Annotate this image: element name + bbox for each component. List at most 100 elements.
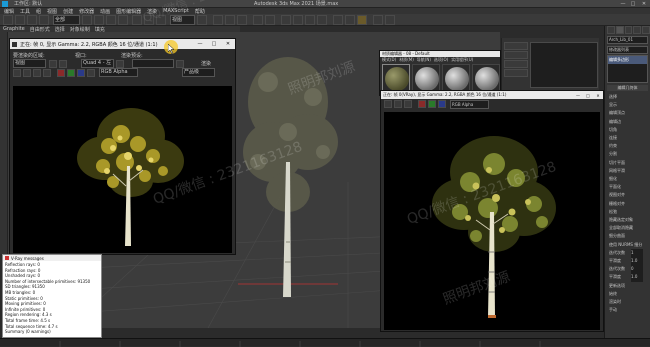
render-iterations-spinner[interactable]: 0 <box>631 265 643 274</box>
close-button[interactable]: ✕ <box>638 1 650 7</box>
print-icon[interactable] <box>404 100 412 108</box>
mat-menu-item[interactable]: 模式(D) <box>382 57 396 63</box>
maximize-button[interactable]: □ <box>628 1 638 7</box>
channel-blue-icon[interactable] <box>438 100 446 108</box>
option-item[interactable]: 使用 NURMS 细分 <box>609 241 650 249</box>
curve-editor-icon[interactable] <box>293 14 303 25</box>
mat-menu-item[interactable]: 选项(O) <box>434 57 448 63</box>
panel-button[interactable] <box>504 51 528 59</box>
option-item[interactable]: 栅格对齐 <box>609 200 650 208</box>
option-item[interactable]: 视图对齐 <box>609 191 650 199</box>
right-vfb-minimize-button[interactable]: — <box>573 93 583 98</box>
rendered-frame-icon[interactable] <box>345 14 355 25</box>
reference-coord-dropdown[interactable]: 视图 <box>170 14 195 25</box>
material-editor-icon[interactable] <box>317 14 327 25</box>
option-item[interactable]: 选择 <box>609 93 650 101</box>
alpha-icon[interactable] <box>87 68 95 77</box>
minimize-button[interactable]: — <box>618 1 628 7</box>
channel-green-icon[interactable] <box>67 68 75 77</box>
option-item[interactable]: 连接 <box>609 134 650 142</box>
option-item[interactable]: 编辑顶点 <box>609 109 650 117</box>
viewport-dropdown[interactable]: Quad 4 - 左 <box>81 59 114 68</box>
app-icon[interactable] <box>2 0 8 7</box>
left-preset-value[interactable]: 产品级 <box>182 68 215 77</box>
object-name-field[interactable]: Arch_Lib_01 <box>607 36 648 44</box>
selection-filter-dropdown[interactable]: 全部 <box>53 14 80 25</box>
vray-icon[interactable] <box>373 14 383 25</box>
option-item[interactable]: 细分曲面 <box>609 232 650 240</box>
render-setup-icon[interactable] <box>333 14 343 25</box>
panel-button[interactable] <box>504 60 528 68</box>
left-channel-dropdown[interactable]: RGB Alpha <box>99 68 138 77</box>
option-item[interactable]: 手动 <box>609 306 650 314</box>
lock-viewport-icon[interactable] <box>116 59 124 68</box>
vray-fb-icon[interactable] <box>385 14 395 25</box>
option-item[interactable]: 松弛 <box>609 208 650 216</box>
channel-red-icon[interactable] <box>57 68 65 77</box>
mat-menu-item[interactable]: 实用程序(U) <box>451 57 473 63</box>
preset-options-icon[interactable] <box>176 59 184 68</box>
left-vfb-close-button[interactable]: ✕ <box>221 41 235 47</box>
option-item[interactable]: 始终 <box>609 290 650 298</box>
clear-icon[interactable] <box>43 68 51 77</box>
channel-red-icon[interactable] <box>418 100 426 108</box>
option-item[interactable]: 网格平滑 <box>609 167 650 175</box>
option-item[interactable]: 渲染时 <box>609 298 650 306</box>
workspace-label[interactable]: 工作区: 默认 <box>14 0 74 7</box>
panel-list[interactable] <box>530 42 598 88</box>
angle-snap-icon[interactable] <box>225 14 235 25</box>
snap-icon[interactable] <box>213 14 223 25</box>
option-item[interactable]: 平面化 <box>609 183 650 191</box>
option-item[interactable]: 切片平面 <box>609 159 650 167</box>
option-item[interactable]: 约束 <box>609 142 650 150</box>
auto-region-icon[interactable] <box>59 59 67 68</box>
iterations-spinner[interactable]: 1 <box>631 248 643 258</box>
option-item[interactable]: 切角 <box>609 126 650 134</box>
mat-menu-item[interactable]: 导航(N) <box>417 57 431 63</box>
save-image-icon[interactable] <box>384 100 392 108</box>
mirror-icon[interactable] <box>253 14 263 25</box>
mat-menu-item[interactable]: 材质(M) <box>399 57 414 63</box>
area-dropdown[interactable]: 视图 <box>13 59 46 68</box>
window-crossing-icon[interactable] <box>118 14 128 25</box>
preset-dropdown[interactable] <box>132 59 174 68</box>
rect-selection-icon[interactable] <box>106 14 116 25</box>
layer-icon[interactable] <box>281 14 291 25</box>
save-image-icon[interactable] <box>13 68 21 77</box>
motion-tab-icon[interactable] <box>633 26 642 34</box>
option-item[interactable]: 分割 <box>609 150 650 158</box>
channel-blue-icon[interactable] <box>77 68 85 77</box>
left-vfb-minimize-button[interactable]: — <box>193 41 207 47</box>
clone-icon[interactable] <box>394 100 402 108</box>
move-icon[interactable] <box>132 14 142 25</box>
modifier-stack[interactable]: 编辑多边形 <box>607 55 648 83</box>
right-vfb-maximize-button[interactable]: □ <box>583 93 593 98</box>
rollout-title[interactable]: 编辑几何体 <box>607 85 648 91</box>
render-smoothness-spinner[interactable]: 1.0 <box>631 273 643 282</box>
display-tab-icon[interactable] <box>642 26 650 34</box>
panel-button[interactable] <box>504 69 528 77</box>
align-icon[interactable] <box>265 14 275 25</box>
percent-snap-icon[interactable] <box>237 14 247 25</box>
option-item[interactable]: 全部取消隐藏 <box>609 224 650 232</box>
pivot-icon[interactable] <box>197 14 207 25</box>
option-item[interactable]: 显示 <box>609 101 650 109</box>
timeline-bar[interactable] <box>0 338 650 347</box>
right-channel-dropdown[interactable]: RGB Alpha <box>450 99 489 109</box>
panel-button[interactable] <box>504 42 528 50</box>
hierarchy-tab-icon[interactable] <box>624 26 633 34</box>
modifier-list-dropdown[interactable]: 修改器列表 <box>607 46 648 54</box>
left-vfb-maximize-button[interactable]: □ <box>207 41 221 47</box>
option-item[interactable]: 编辑边 <box>609 118 650 126</box>
schematic-icon[interactable] <box>305 14 315 25</box>
channel-green-icon[interactable] <box>428 100 436 108</box>
left-render-canvas[interactable] <box>13 86 232 253</box>
option-item[interactable]: 隐藏选定对象 <box>609 216 650 224</box>
modify-tab-icon[interactable] <box>615 26 624 34</box>
render-teapot-icon[interactable] <box>357 14 367 25</box>
create-tab-icon[interactable] <box>607 26 615 34</box>
render-button[interactable]: 渲染 <box>196 60 216 67</box>
right-vfb-close-button[interactable]: ✕ <box>593 93 603 98</box>
smoothness-spinner[interactable]: 1.0 <box>631 257 643 266</box>
print-icon[interactable] <box>33 68 41 77</box>
